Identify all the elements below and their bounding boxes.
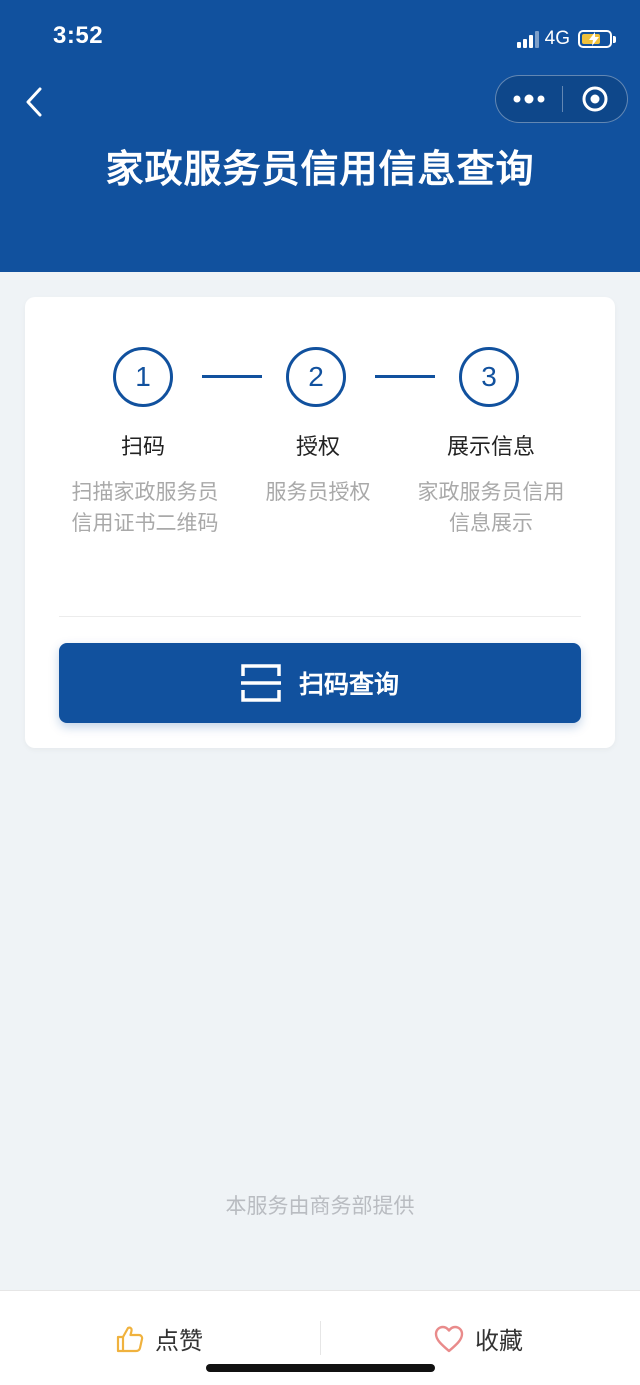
like-label: 点赞: [155, 1327, 203, 1355]
status-time: 3:52: [53, 22, 104, 49]
home-indicator: [206, 1364, 435, 1372]
battery-icon: [578, 30, 616, 48]
scan-query-button[interactable]: 扫码查询: [59, 643, 581, 723]
step-1-title: 扫码: [120, 435, 165, 460]
steps-card: 1 2 3 扫码 授权 展示信息 扫描家政服务员 信用证书二维码 服务员授权 家…: [25, 297, 615, 748]
step-3-description: 家政服务员信用 信息展示: [401, 477, 581, 539]
bottom-bar-divider: [320, 1321, 321, 1355]
step-2-title: 授权: [295, 435, 340, 460]
status-indicators: 4G: [516, 26, 616, 52]
more-dots-icon: [513, 94, 545, 104]
step-3-desc-line-1: 家政服务员信用: [417, 480, 565, 504]
chevron-left-icon: [26, 87, 42, 117]
step-3-title: 展示信息: [446, 435, 535, 460]
close-mini-program-button[interactable]: [563, 76, 628, 122]
favorite-label: 收藏: [475, 1327, 523, 1355]
header: 3:52 4G 家政服务员信用信息查询: [0, 0, 640, 272]
page-title: 家政服务员信用信息查询: [105, 147, 535, 191]
target-close-icon: [582, 86, 608, 112]
scan-query-label: 扫码查询: [298, 670, 399, 699]
step-1-desc-line-1: 扫描家政服务员: [71, 480, 219, 504]
card-divider: [59, 616, 581, 617]
provider-text: 本服务由商务部提供: [225, 1194, 415, 1218]
step-2-desc-line-1: 服务员授权: [265, 480, 371, 504]
step-3-circle: 3: [459, 347, 519, 407]
mini-program-capsule: [495, 75, 628, 123]
step-2-description: 服务员授权: [228, 477, 408, 508]
network-type: 4G: [544, 28, 570, 49]
more-button[interactable]: [496, 76, 562, 122]
thumbs-up-icon: [116, 1326, 144, 1352]
step-1-desc-line-2: 信用证书二维码: [71, 511, 219, 535]
signal-icon: [516, 30, 539, 48]
step-1-circle: 1: [113, 347, 173, 407]
like-button[interactable]: 点赞: [115, 1321, 203, 1356]
favorite-button[interactable]: 收藏: [433, 1321, 523, 1356]
step-2-circle: 2: [286, 347, 346, 407]
scan-icon: [240, 664, 281, 702]
step-connector-2: [375, 375, 435, 378]
step-connector-1: [202, 375, 262, 378]
heart-icon: [434, 1325, 464, 1352]
step-3-desc-line-2: 信息展示: [449, 511, 533, 535]
step-1-description: 扫描家政服务员 信用证书二维码: [55, 477, 235, 539]
back-button[interactable]: [16, 84, 52, 120]
